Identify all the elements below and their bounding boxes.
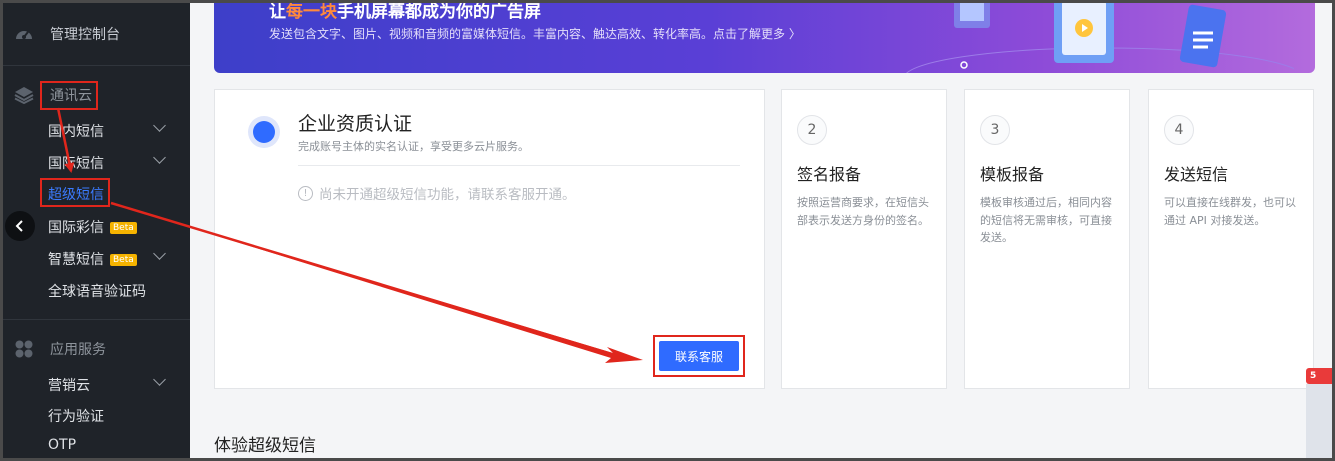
annotation-arrow-line (110, 201, 616, 357)
app-window: 管理控制台 通讯云 国内短信 国际短信 超级短信 国际彩信 Beta 智慧短信 Be… (3, 3, 1332, 458)
annotation-arrows (56, 107, 643, 363)
annotation-arrow (56, 107, 75, 173)
